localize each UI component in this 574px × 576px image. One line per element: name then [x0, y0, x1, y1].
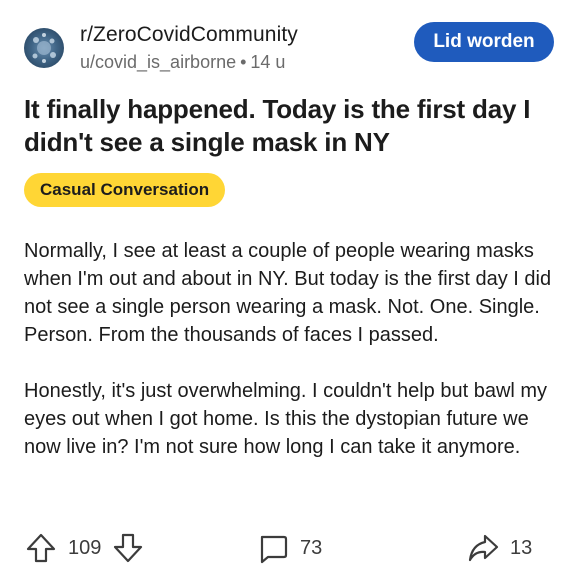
subreddit-avatar[interactable]	[24, 28, 64, 68]
byline: u/covid_is_airborne • 14 u	[80, 50, 298, 74]
comment-icon[interactable]	[256, 531, 290, 565]
post-meta: r/ZeroCovidCommunity u/covid_is_airborne…	[80, 22, 298, 74]
comment-button[interactable]: 73	[256, 528, 332, 568]
body-paragraph: Honestly, it's just overwhelming. I coul…	[24, 380, 548, 458]
vote-count: 109	[68, 536, 102, 559]
comment-count: 73	[300, 536, 323, 559]
share-button[interactable]: 13	[466, 528, 542, 568]
post-title[interactable]: It finally happened. Today is the first …	[24, 93, 554, 159]
author-name[interactable]: u/covid_is_airborne	[80, 52, 236, 72]
post-header: r/ZeroCovidCommunity u/covid_is_airborne…	[24, 20, 554, 76]
byline-separator: •	[240, 52, 247, 72]
post-age: 14 u	[250, 52, 286, 72]
share-icon[interactable]	[466, 531, 500, 565]
downvote-icon[interactable]	[111, 531, 145, 565]
vote-group: 109	[24, 528, 145, 568]
join-button[interactable]: Lid worden	[414, 22, 554, 62]
share-count: 13	[510, 536, 533, 559]
post-flair[interactable]: Casual Conversation	[24, 173, 226, 207]
subreddit-name[interactable]: r/ZeroCovidCommunity	[80, 22, 298, 48]
body-paragraph: Normally, I see at least a couple of peo…	[24, 240, 552, 346]
upvote-icon[interactable]	[24, 531, 58, 565]
post-actions: 109 73 13	[24, 528, 554, 568]
post-body: Normally, I see at least a couple of peo…	[24, 237, 564, 489]
